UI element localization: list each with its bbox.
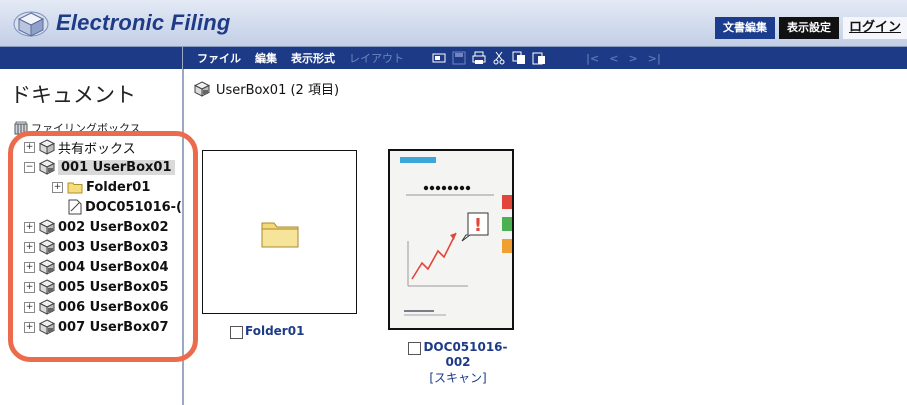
user-box-icon xyxy=(39,159,55,175)
document-edit-button[interactable]: 文書編集 xyxy=(714,17,775,39)
tree-item-userbox01[interactable]: − 001 UserBox01 xyxy=(24,157,175,177)
sidebar: ドキュメント ファイリングボックス + 共有ボックス − 001 UserBox… xyxy=(0,47,198,405)
expand-icon[interactable]: + xyxy=(52,181,63,193)
document-type-label: [スキャン] xyxy=(429,371,487,385)
breadcrumb-label: UserBox01 (2 項目) xyxy=(216,83,340,98)
next-page-button[interactable]: > xyxy=(628,52,637,65)
document-checkbox[interactable] xyxy=(408,342,422,355)
tree-item-userbox06[interactable]: + 006 UserBox06 xyxy=(24,297,169,317)
sidebar-strip xyxy=(0,47,182,69)
tree-item-label: 003 UserBox03 xyxy=(58,239,169,255)
main-content: UserBox01 (2 項目) Folder01 ! DOC051016- 0… xyxy=(184,70,907,405)
folder-icon xyxy=(67,180,83,194)
expand-icon[interactable]: + xyxy=(24,301,35,313)
tree-item-userbox02[interactable]: + 002 UserBox02 xyxy=(24,217,169,237)
filing-box-icon xyxy=(14,121,28,135)
menu-layout[interactable]: レイアウト xyxy=(349,50,404,66)
expand-icon[interactable]: + xyxy=(24,281,35,293)
tree-item-userbox03[interactable]: + 003 UserBox03 xyxy=(24,237,169,257)
svg-text:!: ! xyxy=(474,215,482,236)
tree-item-label: 007 UserBox07 xyxy=(58,319,169,335)
document-preview-icon: ! xyxy=(390,151,512,328)
document-item[interactable]: DOC051016- 002 [スキャン] xyxy=(398,340,518,386)
user-box-icon xyxy=(39,299,55,315)
menu-file[interactable]: ファイル xyxy=(197,50,241,66)
expand-icon[interactable]: + xyxy=(24,241,35,253)
last-page-button[interactable]: >| xyxy=(648,52,661,65)
tree-item-label: 共有ボックス xyxy=(58,141,136,157)
breadcrumb: UserBox01 (2 項目) xyxy=(194,79,339,98)
tree-item-folder01[interactable]: + Folder01 xyxy=(52,177,150,197)
folder-checkbox[interactable] xyxy=(230,326,243,339)
copy-icon[interactable] xyxy=(512,51,526,65)
tree-item-userbox04[interactable]: + 004 UserBox04 xyxy=(24,257,169,277)
toolbar: ファイル 編集 表示形式 レイアウト |< < > >| xyxy=(183,47,907,69)
menu-view[interactable]: 表示形式 xyxy=(291,50,335,66)
document-icon xyxy=(68,199,82,215)
expand-icon[interactable]: + xyxy=(24,221,35,233)
paste-icon[interactable] xyxy=(532,51,546,65)
save-icon[interactable] xyxy=(452,51,466,65)
tree-item-label: 002 UserBox02 xyxy=(58,219,169,235)
folder-thumbnail[interactable] xyxy=(202,150,357,314)
display-settings-button[interactable]: 表示設定 xyxy=(778,17,839,39)
user-box-icon xyxy=(194,80,210,97)
scan-icon[interactable] xyxy=(432,51,446,65)
expand-icon[interactable]: + xyxy=(24,261,35,273)
user-box-icon xyxy=(39,219,55,235)
tree-item-label: 004 UserBox04 xyxy=(58,259,169,275)
collapse-icon[interactable]: − xyxy=(24,161,35,173)
menu-edit[interactable]: 編集 xyxy=(255,50,277,66)
prev-page-button[interactable]: < xyxy=(609,52,618,65)
expand-icon[interactable]: + xyxy=(24,321,35,333)
print-icon[interactable] xyxy=(472,51,486,65)
filing-box-label: ファイリングボックス xyxy=(31,122,141,135)
user-box-icon xyxy=(39,319,55,335)
sidebar-title: ドキュメント xyxy=(10,83,136,107)
tree-item-document[interactable]: DOC051016-( xyxy=(68,197,182,217)
shared-box-icon xyxy=(39,139,55,155)
login-link[interactable]: ログイン xyxy=(842,17,907,39)
app-header: Electronic Filing 文書編集 表示設定 ログイン xyxy=(0,0,907,47)
document-name-line1: DOC051016- xyxy=(423,340,508,354)
user-box-icon xyxy=(39,279,55,295)
app-title: Electronic Filing xyxy=(56,10,231,35)
cube-logo-icon xyxy=(12,8,50,41)
folder-name: Folder01 xyxy=(245,324,305,338)
tree-item-userbox05[interactable]: + 005 UserBox05 xyxy=(24,277,169,297)
tree-item-userbox07[interactable]: + 007 UserBox07 xyxy=(24,317,169,337)
document-name-line2: 002 xyxy=(445,355,471,369)
folder-item[interactable]: Folder01 xyxy=(230,324,304,339)
tree-item-label: 005 UserBox05 xyxy=(58,279,169,295)
tree-item-label: 006 UserBox06 xyxy=(58,299,169,315)
user-box-icon xyxy=(39,259,55,275)
expand-icon[interactable]: + xyxy=(24,141,35,153)
filing-box-root[interactable]: ファイリングボックス xyxy=(14,120,141,136)
tree-item-label: Folder01 xyxy=(86,179,151,195)
folder-icon xyxy=(260,217,300,252)
tree-item-shared-box[interactable]: + 共有ボックス xyxy=(24,137,136,157)
first-page-button[interactable]: |< xyxy=(586,52,599,65)
cut-icon[interactable] xyxy=(492,51,506,65)
tree-item-label: 001 UserBox01 xyxy=(58,159,175,175)
document-thumbnail[interactable]: ! xyxy=(388,149,514,330)
tree-item-label: DOC051016-( xyxy=(85,199,182,215)
user-box-icon xyxy=(39,239,55,255)
